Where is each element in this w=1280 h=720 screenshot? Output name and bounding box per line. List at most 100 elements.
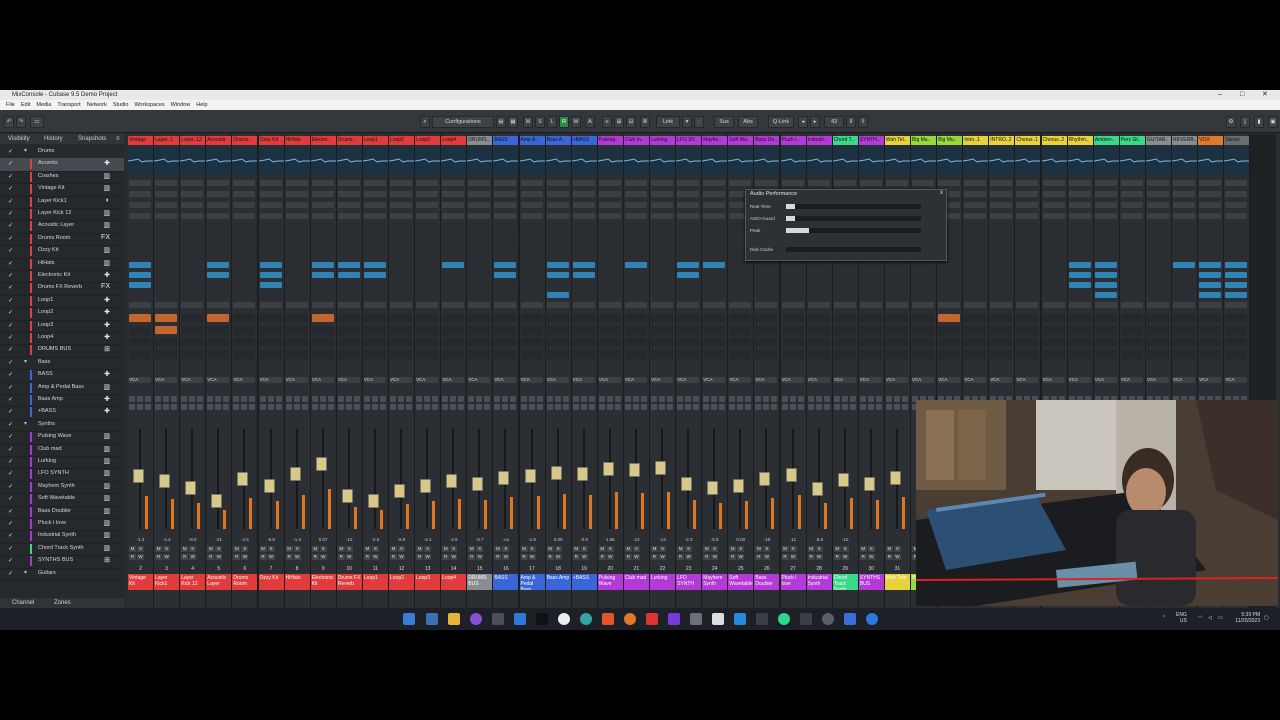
insert-slot[interactable]	[964, 222, 987, 228]
send-slot[interactable]	[964, 338, 987, 347]
routing-slot[interactable]	[1068, 213, 1091, 219]
channel-bottom-name[interactable]: Bass Doubler	[754, 574, 780, 590]
routing-slot[interactable]	[703, 202, 726, 208]
routing-slot[interactable]	[546, 202, 569, 208]
volume-value[interactable]: -11	[781, 537, 806, 542]
send-slot[interactable]	[807, 350, 830, 359]
channel-bottom-name[interactable]: Drums FX Reverb	[336, 574, 362, 590]
volume-fader[interactable]	[524, 469, 536, 483]
read-button[interactable]: R	[781, 554, 789, 560]
solo-button[interactable]	[667, 396, 673, 402]
sends-header[interactable]	[285, 302, 308, 308]
send-slot[interactable]	[1120, 350, 1143, 359]
insert-slot[interactable]	[390, 262, 412, 268]
insert-slot[interactable]	[1094, 252, 1117, 258]
insert-slot[interactable]	[442, 222, 465, 228]
folder-expand-icon[interactable]: ▾	[24, 420, 27, 430]
cubase-icon[interactable]	[492, 613, 504, 625]
mute-button[interactable]: M	[337, 546, 345, 552]
send-slot[interactable]	[885, 350, 908, 359]
send-slot[interactable]	[1120, 314, 1143, 323]
routing-slot[interactable]	[1042, 191, 1065, 197]
routing-slot[interactable]	[990, 213, 1013, 219]
routing-slot[interactable]	[624, 213, 647, 219]
insert-slot[interactable]	[1120, 252, 1143, 258]
insert-slot[interactable]	[598, 232, 621, 238]
edit-button[interactable]	[685, 404, 692, 410]
sends-header[interactable]	[651, 302, 673, 308]
channel-name[interactable]: Loop1	[362, 136, 388, 145]
send-slot[interactable]	[833, 326, 856, 335]
notification-icon[interactable]: ▢	[1264, 615, 1269, 621]
routing-slot[interactable]	[651, 191, 673, 197]
solo-button[interactable]: S	[763, 546, 771, 552]
routing-slot[interactable]	[233, 202, 256, 208]
send-slot[interactable]	[677, 338, 700, 347]
read-button[interactable]: R	[181, 554, 189, 560]
send-slot[interactable]	[1225, 314, 1248, 323]
routing-slot[interactable]	[1225, 202, 1248, 208]
insert-slot[interactable]	[233, 292, 256, 298]
insert-slot[interactable]	[546, 222, 569, 228]
vca-selector[interactable]: VCA	[938, 377, 961, 383]
insert-slot[interactable]	[1225, 242, 1248, 248]
eq-curve[interactable]	[127, 147, 153, 175]
insert-slot[interactable]	[494, 292, 517, 298]
volume-fader[interactable]	[341, 489, 353, 503]
eq-curve[interactable]	[858, 147, 884, 175]
channel-bottom-name[interactable]: LFO SYNTH	[676, 574, 702, 590]
send-slot[interactable]	[129, 326, 151, 335]
insert-slot[interactable]	[1225, 252, 1248, 258]
insert-slot[interactable]	[912, 282, 934, 288]
insert-slot[interactable]	[598, 262, 621, 268]
send-slot[interactable]	[964, 350, 987, 359]
volume-fader[interactable]	[733, 479, 745, 493]
routing-slot[interactable]	[259, 191, 282, 197]
channel-name[interactable]: Ambien..	[1093, 136, 1119, 145]
edit-button[interactable]	[241, 404, 248, 410]
vca-selector[interactable]: VCA	[598, 377, 621, 383]
send-slot[interactable]	[1016, 338, 1039, 347]
monitor-button[interactable]	[363, 396, 370, 402]
read-button[interactable]: R	[259, 554, 267, 560]
record-button[interactable]	[580, 396, 587, 402]
maps-icon[interactable]	[580, 613, 592, 625]
routing-slot[interactable]	[416, 202, 439, 208]
solo-button[interactable]	[223, 396, 230, 402]
send-slot[interactable]	[807, 326, 830, 335]
fader-track[interactable]	[217, 429, 220, 529]
read-button[interactable]: R	[624, 554, 632, 560]
vca-selector[interactable]: VCA	[912, 377, 934, 383]
insert-slot[interactable]	[155, 282, 178, 288]
volume-value[interactable]: -0.5	[572, 537, 597, 542]
insert-slot[interactable]	[416, 262, 439, 268]
insert-slot[interactable]	[572, 282, 595, 288]
volume-fader[interactable]	[420, 479, 432, 493]
send-slot[interactable]	[181, 326, 204, 335]
mute-button[interactable]: M	[311, 546, 319, 552]
volume-fader[interactable]	[446, 474, 458, 488]
send-slot[interactable]	[990, 326, 1013, 335]
solo-button[interactable]	[719, 396, 726, 402]
routing-slot[interactable]	[1120, 202, 1143, 208]
insert-slot[interactable]	[990, 232, 1013, 238]
write-button[interactable]: W	[398, 554, 405, 560]
insert-slot[interactable]	[1042, 252, 1065, 258]
send-slot[interactable]	[859, 338, 882, 347]
pan-button[interactable]	[693, 404, 700, 410]
store-icon[interactable]	[712, 613, 724, 625]
link-dropdown-icon[interactable]: ▾	[682, 116, 692, 128]
insert-slot[interactable]	[755, 272, 778, 278]
insert-slot[interactable]	[390, 272, 412, 278]
routing-slot[interactable]	[416, 213, 439, 219]
insert-slot[interactable]	[677, 242, 700, 248]
solo-button[interactable]: S	[241, 546, 249, 552]
volume-value[interactable]: -8.0	[180, 537, 205, 542]
channel-name[interactable]: INTRO..2	[989, 136, 1015, 145]
write-button[interactable]: W	[476, 554, 484, 560]
insert-slot[interactable]	[129, 242, 151, 248]
insert-slot[interactable]	[729, 292, 752, 298]
send-slot[interactable]	[1094, 350, 1117, 359]
volume-value[interactable]: -2.3	[676, 537, 701, 542]
volume-value[interactable]: 1.66	[598, 537, 623, 542]
